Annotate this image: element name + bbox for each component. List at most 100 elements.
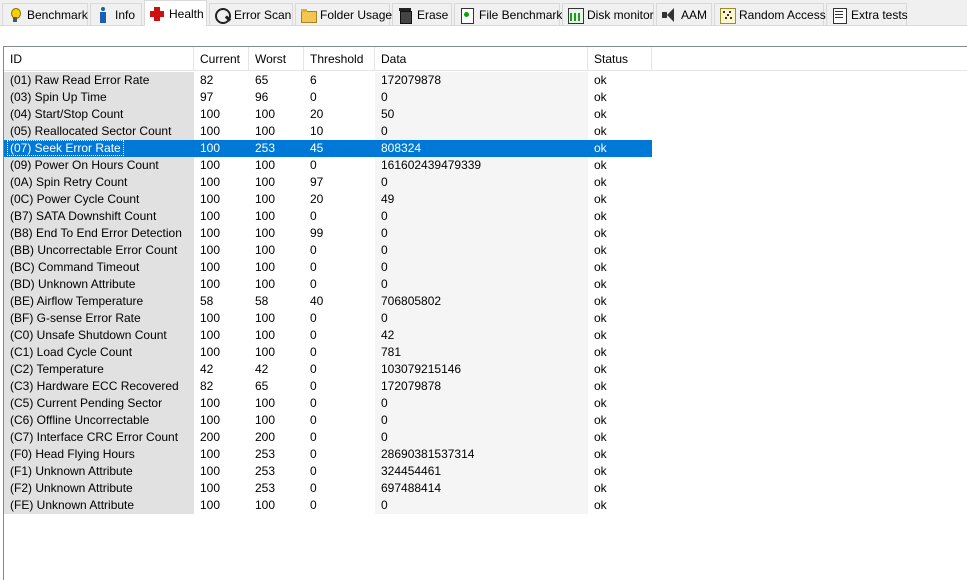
cell-data: 0 <box>375 497 588 514</box>
cell-status: ok <box>594 175 607 189</box>
table-row[interactable]: (BB) Uncorrectable Error Count 100 100 0 0 ok <box>4 242 654 259</box>
table-row[interactable]: (B7) SATA Downshift Count 100 100 0 0 ok <box>4 208 654 225</box>
cell-current: 100 <box>200 277 221 291</box>
attribute-name: (BD) Unknown Attribute <box>10 277 136 291</box>
cell-threshold: 10 <box>310 124 324 138</box>
table-row[interactable]: (C2) Temperature 42 42 0 103079215146 ok <box>4 361 654 378</box>
cell-current: 100 <box>194 140 249 157</box>
table-row[interactable]: (F0) Head Flying Hours 100 253 0 28690381537… <box>4 446 654 463</box>
cell-id: (BC) Command Timeout <box>4 259 194 276</box>
column-header-data[interactable]: Data <box>375 47 588 71</box>
tab-disk-monitor[interactable]: Disk monitor <box>562 3 654 25</box>
table-row[interactable]: (C3) Hardware ECC Recovered 82 65 0 17207987… <box>4 378 654 395</box>
table-row[interactable]: (F1) Unknown Attribute 100 253 0 324454461 ok <box>4 463 654 480</box>
cell-current: 100 <box>200 311 221 325</box>
tab-benchmark[interactable]: Benchmark <box>2 3 88 25</box>
table-row[interactable]: (0C) Power Cycle Count 100 100 20 49 ok <box>4 191 654 208</box>
attribute-name: (F2) Unknown Attribute <box>10 481 133 495</box>
cell-data: 49 <box>375 191 588 208</box>
cell-current: 100 <box>200 158 221 172</box>
cell-current: 82 <box>200 73 214 87</box>
speaker-icon <box>661 7 677 23</box>
column-header-status[interactable]: Status <box>588 47 652 71</box>
cell-id: (C3) Hardware ECC Recovered <box>4 378 194 395</box>
cell-status: ok <box>594 362 607 376</box>
table-row[interactable]: (01) Raw Read Error Rate 82 65 6 172079878 ok <box>4 72 654 89</box>
attribute-name: (07) Seek Error Rate <box>7 140 124 156</box>
attribute-name: (C3) Hardware ECC Recovered <box>10 379 179 393</box>
cell-threshold: 0 <box>310 379 317 393</box>
tab-file-benchmark[interactable]: File Benchmark <box>454 3 562 25</box>
disk-monitor-icon <box>567 7 584 24</box>
table-row[interactable]: (05) Reallocated Sector Count 100 100 10 0 ok <box>4 123 654 140</box>
table-row[interactable]: (C0) Unsafe Shutdown Count 100 100 0 42 ok <box>4 327 654 344</box>
smart-attributes-list[interactable]: ID Current Worst Threshold Data Status (… <box>3 46 967 580</box>
file-benchmark-icon <box>459 7 475 24</box>
tab-aam[interactable]: AAM <box>656 3 712 25</box>
cell-data: 103079215146 <box>375 361 588 378</box>
cell-status: ok <box>594 192 607 206</box>
tab-random-access[interactable]: Random Access <box>714 3 826 25</box>
attribute-name: (BE) Airflow Temperature <box>10 294 144 308</box>
column-header-threshold[interactable]: Threshold <box>304 47 375 71</box>
column-header-worst[interactable]: Worst <box>249 47 304 71</box>
tab-extra-tests[interactable]: Extra tests <box>826 3 908 25</box>
cell-status: ok <box>594 464 607 478</box>
table-row[interactable]: (C1) Load Cycle Count 100 100 0 781 ok <box>4 344 654 361</box>
table-row[interactable]: (04) Start/Stop Count 100 100 20 50 ok <box>4 106 654 123</box>
attribute-name: (BB) Uncorrectable Error Count <box>10 243 178 257</box>
table-row[interactable]: (C7) Interface CRC Error Count 200 200 0 0 ok <box>4 429 654 446</box>
cell-current: 42 <box>200 362 214 376</box>
cell-threshold: 0 <box>310 311 317 325</box>
cell-id: (09) Power On Hours Count <box>4 157 194 174</box>
extra-tests-icon <box>831 7 847 24</box>
tab-info[interactable]: Info <box>90 3 142 25</box>
cell-id: (05) Reallocated Sector Count <box>4 123 194 140</box>
cell-id: (C6) Offline Uncorrectable <box>4 412 194 429</box>
cell-status: ok <box>594 277 607 291</box>
attribute-name: (B8) End To End Error Detection <box>10 226 182 240</box>
table-row[interactable]: (BF) G-sense Error Rate 100 100 0 0 ok <box>4 310 654 327</box>
attribute-name: (0A) Spin Retry Count <box>10 175 128 189</box>
cell-status: ok <box>594 294 607 308</box>
table-row[interactable]: (03) Spin Up Time 97 96 0 0 ok <box>4 89 654 106</box>
tab-folder-usage[interactable]: Folder Usage <box>295 3 392 25</box>
table-row[interactable]: (C5) Current Pending Sector 100 100 0 0 ok <box>4 395 654 412</box>
cell-status: ok <box>594 447 607 461</box>
cell-threshold: 0 <box>310 209 317 223</box>
cell-current: 100 <box>200 345 221 359</box>
table-row[interactable]: (09) Power On Hours Count 100 100 0 16160243… <box>4 157 654 174</box>
cell-threshold: 20 <box>310 192 324 206</box>
tab-label: Benchmark <box>27 7 88 22</box>
table-row[interactable]: (0A) Spin Retry Count 100 100 97 0 ok <box>4 174 654 191</box>
cell-id: (BE) Airflow Temperature <box>4 293 194 310</box>
attribute-name: (BC) Command Timeout <box>10 260 140 274</box>
cell-current: 100 <box>200 209 221 223</box>
attribute-name: (FE) Unknown Attribute <box>10 498 135 512</box>
table-row[interactable]: (F2) Unknown Attribute 100 253 0 697488414 ok <box>4 480 654 497</box>
table-row[interactable]: (BD) Unknown Attribute 100 100 0 0 ok <box>4 276 654 293</box>
table-row[interactable]: (FE) Unknown Attribute 100 100 0 0 ok <box>4 497 654 514</box>
cell-status: ok <box>594 73 607 87</box>
cell-worst: 100 <box>255 175 276 189</box>
tab-label: AAM <box>681 7 708 22</box>
cell-worst: 200 <box>255 430 276 444</box>
cell-id: (F2) Unknown Attribute <box>4 480 194 497</box>
cell-worst: 100 <box>255 107 276 121</box>
cell-worst: 100 <box>255 209 276 223</box>
cell-worst: 65 <box>255 73 269 87</box>
cell-status: ok <box>594 209 607 223</box>
tab-erase[interactable]: Erase <box>392 3 452 25</box>
table-row[interactable]: (C6) Offline Uncorrectable 100 100 0 0 ok <box>4 412 654 429</box>
table-row[interactable]: (BE) Airflow Temperature 58 58 40 706805802 o… <box>4 293 654 310</box>
cell-data: 0 <box>375 310 588 327</box>
table-row[interactable]: (BC) Command Timeout 100 100 0 0 ok <box>4 259 654 276</box>
tab-error-scan[interactable]: Error Scan <box>209 3 293 25</box>
tab-health[interactable]: Health <box>144 0 207 26</box>
cell-data: 697488414 <box>375 480 588 497</box>
table-row[interactable]: (B8) End To End Error Detection 100 100 99 0… <box>4 225 654 242</box>
column-header-id[interactable]: ID <box>4 47 194 71</box>
cell-worst: 100 <box>255 226 276 240</box>
table-row[interactable]: (07) Seek Error Rate 100 253 45 808324 ok <box>4 140 654 157</box>
column-header-current[interactable]: Current <box>194 47 249 71</box>
